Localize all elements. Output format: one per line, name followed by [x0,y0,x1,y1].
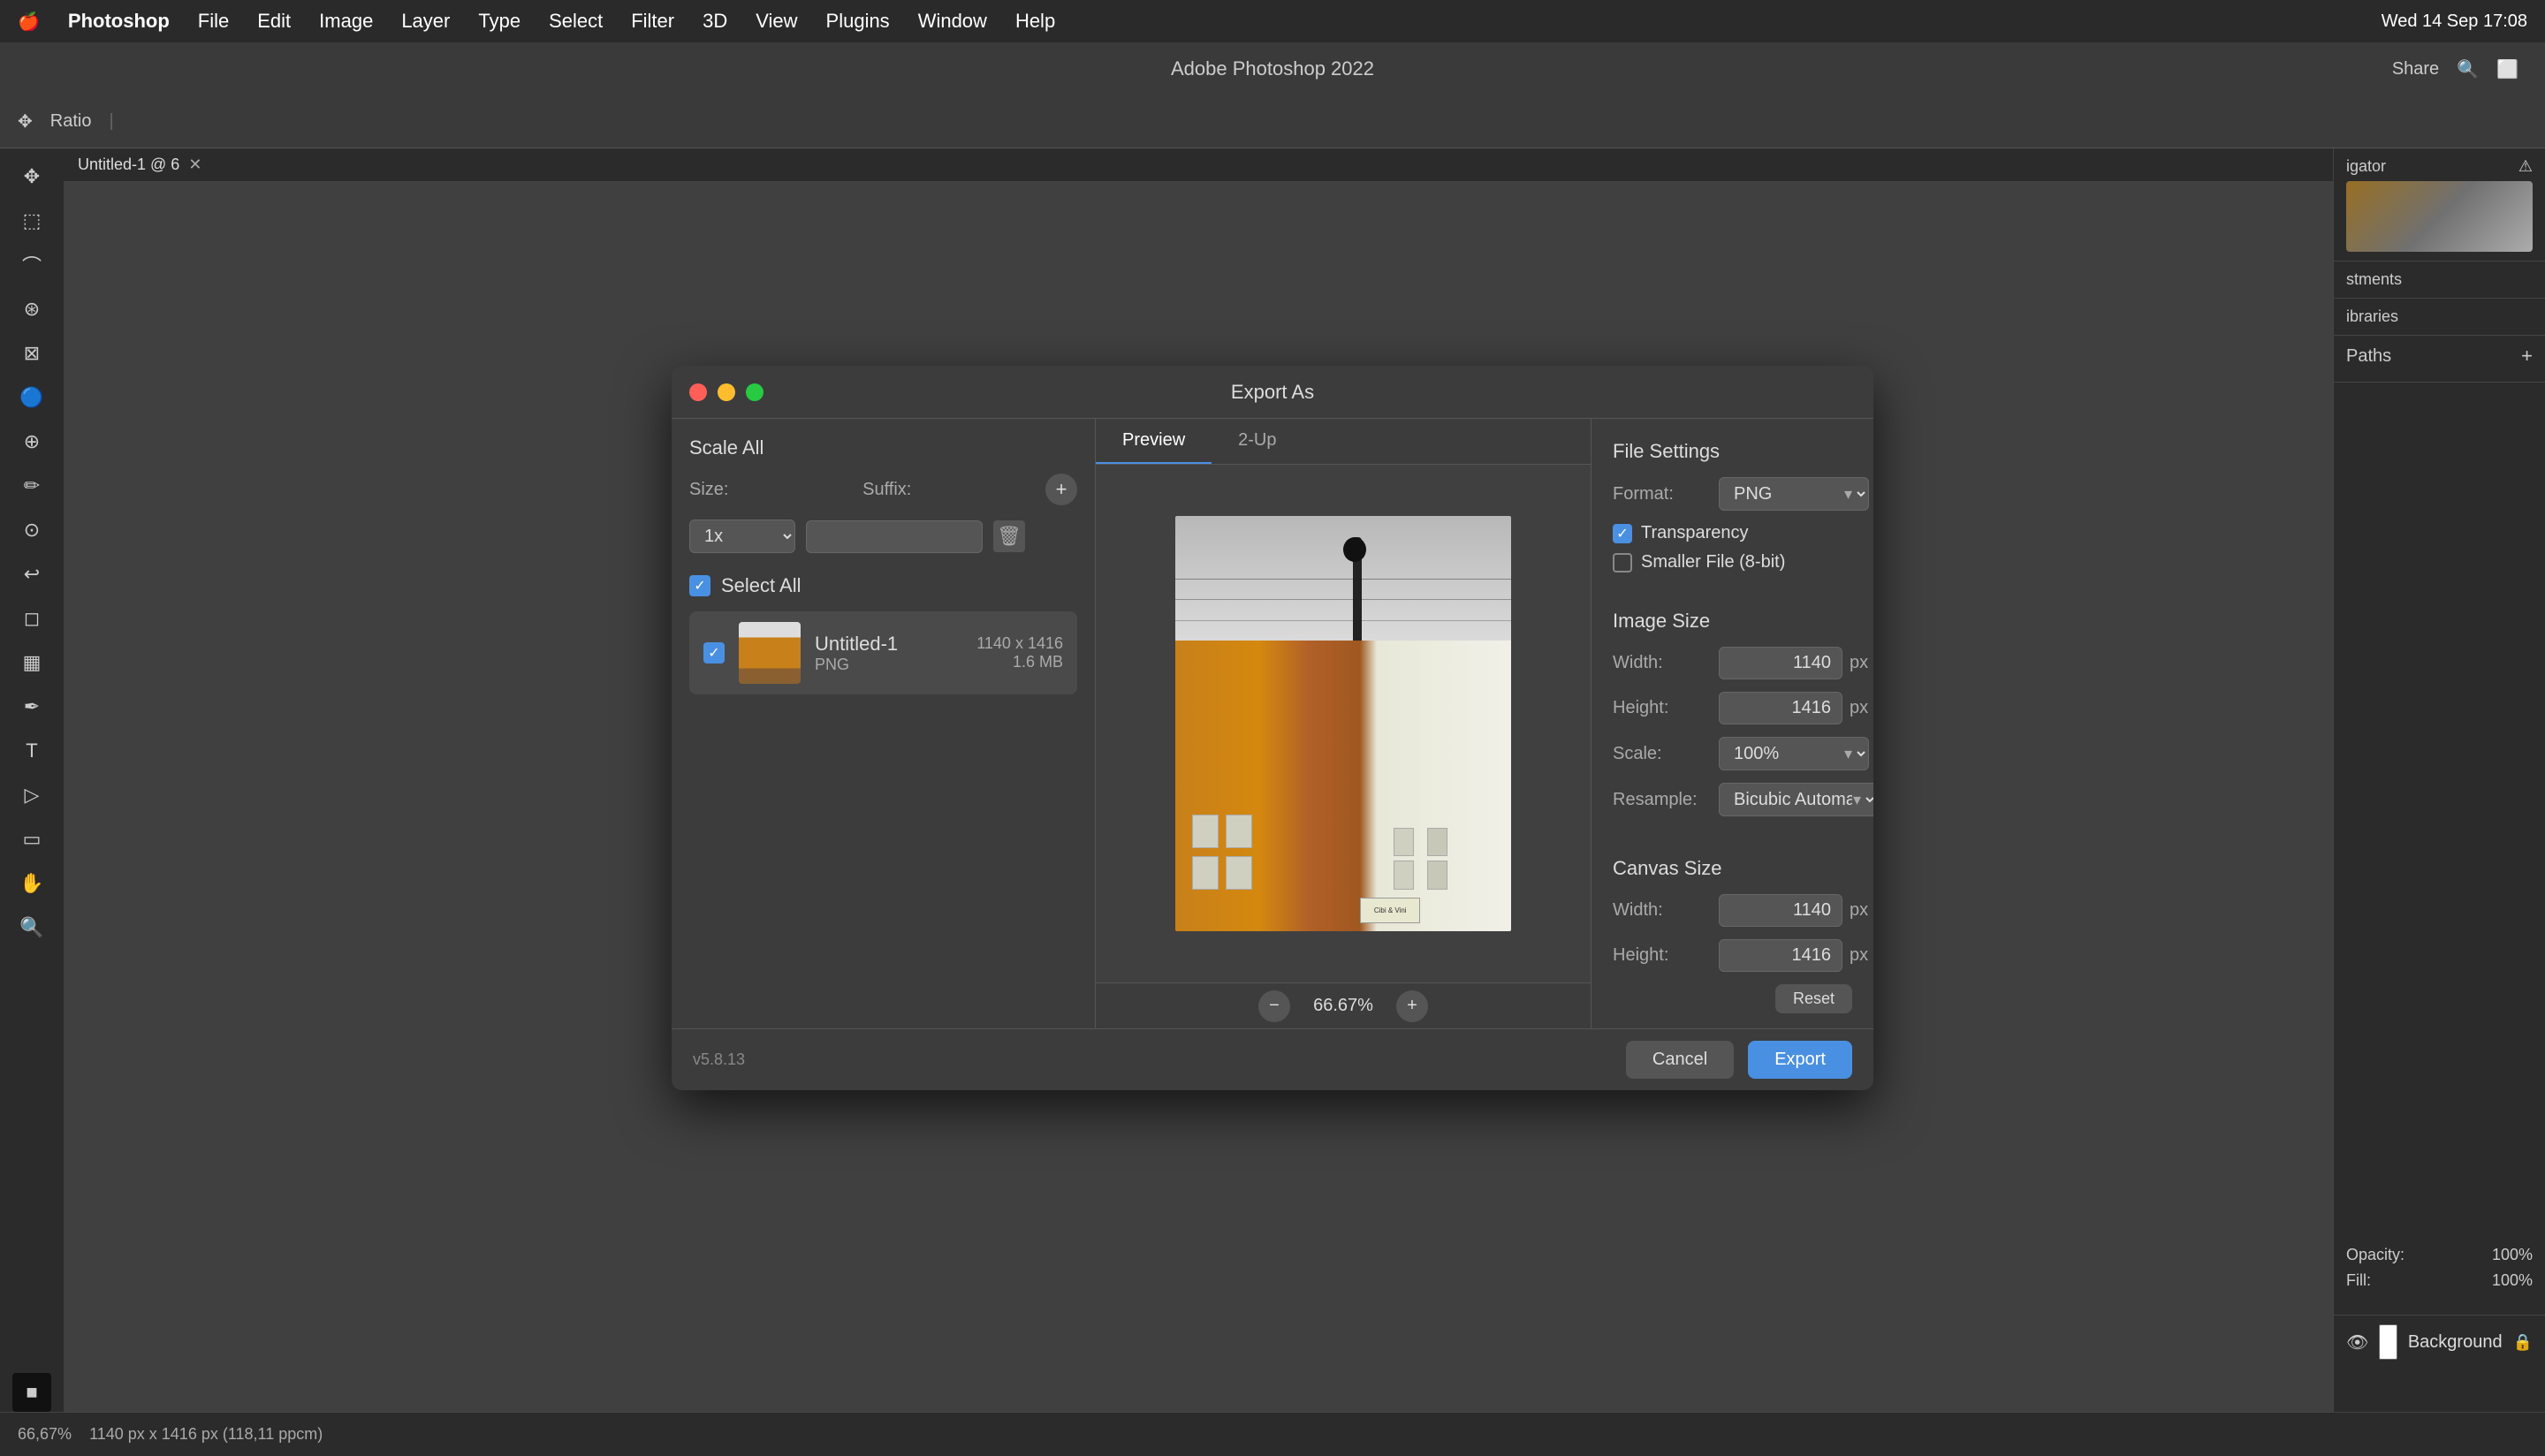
file-settings-section: File Settings Format: PNG JPEG GIF SVG W… [1613,440,1852,581]
preview-zoom-bar: − 66.67% + [1096,982,1591,1028]
scale-row-2: Scale: 100% 50% 200% 75% ▾ [1613,737,1852,770]
zoom-in-button[interactable]: + [1396,990,1428,1022]
preview-tabs: Preview 2-Up [1096,419,1591,465]
export-as-dialog: Export As Scale All Size: Suffix: + 1 [672,366,1873,1090]
tab-2up[interactable]: 2-Up [1212,419,1303,464]
dialog-title: Export As [1231,381,1314,404]
transparency-label: Transparency [1641,523,1749,543]
canvas-size-section: Canvas Size Width: px Height: px Reset [1613,857,1852,1013]
width-unit: px [1850,653,1868,673]
add-scale-button[interactable]: + [1045,474,1077,505]
file-type: PNG [815,656,962,674]
preview-area: Cibi & Vini [1096,465,1591,982]
canvas-height-unit: px [1850,945,1868,966]
suffix-label: Suffix: [862,480,911,500]
minimize-button[interactable] [718,383,735,401]
scale-all-label: Scale All [689,436,764,459]
export-button[interactable]: Export [1748,1041,1852,1079]
scale-dropdown-2-icon: ▾ [1844,745,1852,763]
zoom-out-button[interactable]: − [1258,990,1290,1022]
image-size-section: Image Size Width: px Height: px Scale: [1613,610,1852,829]
width-row: Width: px [1613,647,1852,679]
dialog-footer: v5.8.13 Cancel Export [672,1028,1873,1090]
dialog-settings-pane: File Settings Format: PNG JPEG GIF SVG W… [1591,419,1873,1028]
suffix-input[interactable] [806,520,983,553]
height-unit: px [1850,698,1868,718]
file-dimensions: 1140 x 1416 [976,634,1063,653]
zoom-level-display: 66.67% [1308,996,1379,1016]
canvas-height-label: Height: [1613,945,1719,966]
width-input[interactable] [1719,647,1842,679]
select-all-row: Select All [689,574,1077,597]
file-item-checkbox[interactable] [703,642,725,664]
cancel-button[interactable]: Cancel [1626,1041,1734,1079]
file-thumbnail [739,622,801,684]
file-info: Untitled-1 PNG [815,633,962,674]
canvas-height-input[interactable] [1719,939,1842,972]
traffic-lights [689,383,764,401]
smaller-file-label: Smaller File (8-bit) [1641,552,1785,573]
select-all-label: Select All [721,574,801,597]
canvas-size-title: Canvas Size [1613,857,1852,880]
reset-button[interactable]: Reset [1775,984,1852,1013]
canvas-height-row: Height: px [1613,939,1852,972]
height-input[interactable] [1719,692,1842,724]
select-all-checkbox[interactable] [689,575,710,596]
format-row: Format: PNG JPEG GIF SVG WebP ▾ [1613,477,1852,511]
file-list-item: Untitled-1 PNG 1140 x 1416 1.6 MB [689,611,1077,694]
file-name: Untitled-1 [815,633,962,656]
height-label: Height: [1613,698,1719,718]
delete-scale-button[interactable]: 🗑 [993,520,1025,552]
dialog-left-pane: Scale All Size: Suffix: + 1x 2x 3x 0.5x [672,419,1096,1028]
scale-dropdown[interactable]: 1x 2x 3x 0.5x [689,519,795,553]
height-row: Height: px [1613,692,1852,724]
resample-dropdown-icon: ▾ [1853,791,1861,809]
resample-row: Resample: Bicubic Automatic Bicubic Bili… [1613,783,1852,816]
file-size: 1.6 MB [976,653,1063,671]
scale-label: Scale: [1613,744,1719,764]
format-dropdown-icon: ▾ [1844,485,1852,504]
preview-image: Cibi & Vini [1175,516,1511,931]
smaller-file-checkbox[interactable] [1613,553,1632,573]
version-text: v5.8.13 [693,1050,745,1069]
close-button[interactable] [689,383,707,401]
smaller-file-row: Smaller File (8-bit) [1613,552,1852,573]
dialog-body: Scale All Size: Suffix: + 1x 2x 3x 0.5x [672,419,1873,1028]
canvas-width-label: Width: [1613,900,1719,921]
image-size-title: Image Size [1613,610,1852,633]
format-label: Format: [1613,484,1719,504]
canvas-width-row: Width: px [1613,894,1852,927]
dialog-preview-pane: Preview 2-Up [1096,419,1591,1028]
resample-dropdown[interactable]: Bicubic Automatic Bicubic Bilinear Neare… [1719,783,1873,816]
dialog-overlay: Export As Scale All Size: Suffix: + 1 [0,0,2545,1456]
canvas-width-unit: px [1850,900,1868,921]
canvas-width-input[interactable] [1719,894,1842,927]
size-label: Size: [689,480,728,500]
width-label: Width: [1613,653,1719,673]
tab-preview[interactable]: Preview [1096,419,1212,464]
file-settings-title: File Settings [1613,440,1852,463]
file-size-dims: 1140 x 1416 1.6 MB [976,634,1063,671]
transparency-checkbox[interactable] [1613,524,1632,543]
maximize-button[interactable] [746,383,764,401]
resample-label: Resample: [1613,790,1719,810]
dialog-titlebar: Export As [672,366,1873,419]
scale-row: 1x 2x 3x 0.5x 🗑 [689,519,1077,553]
transparency-row: Transparency [1613,523,1852,543]
